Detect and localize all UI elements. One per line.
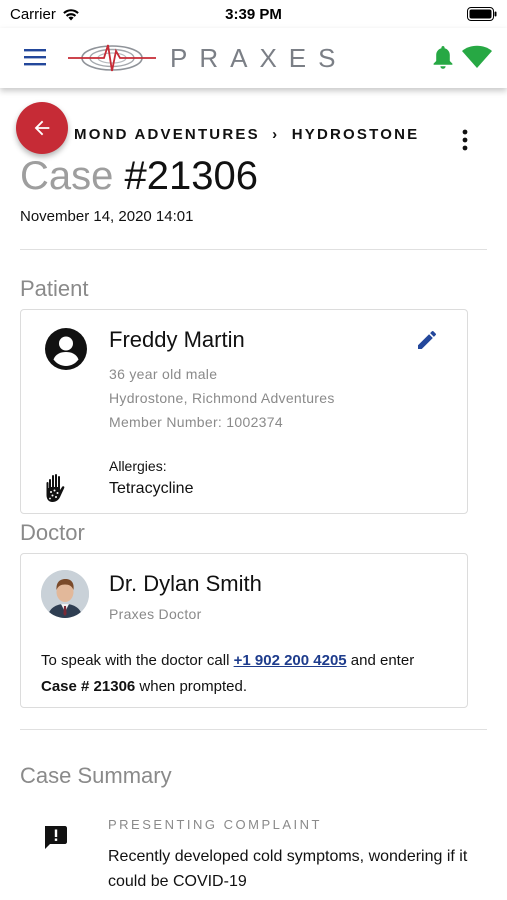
edit-pencil-icon[interactable]	[415, 328, 439, 352]
allergies-value: Tetracycline	[109, 480, 194, 497]
call-text-after: when prompted.	[135, 678, 247, 695]
logo-text: PRAXES	[170, 42, 348, 73]
status-bar: Carrier 3:39 PM	[0, 0, 507, 28]
breadcrumb: MOND ADVENTURES › HYDROSTONE	[74, 126, 419, 143]
avatar	[41, 570, 89, 618]
case-summary-section-title: Case Summary	[20, 763, 172, 788]
more-vert-icon[interactable]	[459, 128, 471, 152]
case-date: November 14, 2020 14:01	[20, 208, 194, 225]
patient-name: Freddy Martin	[109, 327, 245, 352]
presenting-complaint-text: Recently developed cold symptoms, wonder…	[108, 848, 468, 890]
patient-member-number: Member Number: 1002374	[109, 414, 283, 430]
menu-icon[interactable]	[24, 47, 48, 67]
divider	[20, 249, 487, 250]
patient-section-title: Patient	[20, 276, 89, 301]
praxes-logo-mark	[68, 44, 156, 72]
allergy-hand-icon	[46, 473, 65, 502]
doctor-title: Praxes Doctor	[109, 606, 202, 622]
page-title: Case #21306	[20, 154, 258, 199]
account-circle-icon	[45, 328, 87, 370]
patient-age-sex: 36 year old male	[109, 366, 218, 382]
case-number: #21306	[124, 154, 258, 198]
battery-icon	[467, 7, 497, 21]
divider	[20, 729, 487, 730]
doctor-call-instructions: To speak with the doctor call +1 902 200…	[41, 648, 451, 700]
app-bar: PRAXES	[0, 28, 507, 88]
presenting-complaint-label: PRESENTING COMPLAINT	[108, 817, 322, 832]
notification-bell-icon[interactable]	[431, 44, 455, 70]
patient-card: Freddy Martin 36 year old male Hydroston…	[20, 309, 468, 514]
breadcrumb-separator: ›	[272, 126, 280, 143]
call-text-before: To speak with the doctor call	[41, 652, 234, 669]
case-reference: Case # 21306	[41, 678, 136, 695]
doctor-avatar-image	[41, 570, 89, 618]
breadcrumb-parent[interactable]: MOND ADVENTURES	[74, 126, 260, 143]
feedback-icon	[45, 826, 67, 849]
allergies-label: Allergies:	[109, 458, 167, 474]
doctor-card: Dr. Dylan Smith Praxes Doctor To speak w…	[20, 553, 468, 708]
signal-icon	[462, 45, 492, 68]
back-arrow-icon	[34, 120, 50, 136]
case-detail: MOND ADVENTURES › HYDROSTONE Case #21306…	[0, 88, 507, 900]
case-title-prefix: Case	[20, 154, 114, 198]
breadcrumb-current: HYDROSTONE	[291, 126, 420, 143]
doctor-phone-link[interactable]: +1 902 200 4205	[234, 652, 347, 669]
back-button[interactable]	[16, 102, 68, 154]
doctor-section-title: Doctor	[20, 520, 85, 545]
patient-location: Hydrostone, Richmond Adventures	[109, 390, 335, 406]
doctor-name: Dr. Dylan Smith	[109, 571, 262, 596]
call-text-middle: and enter	[346, 652, 415, 669]
praxes-logo: PRAXES	[68, 40, 348, 76]
status-time: 3:39 PM	[225, 6, 282, 23]
